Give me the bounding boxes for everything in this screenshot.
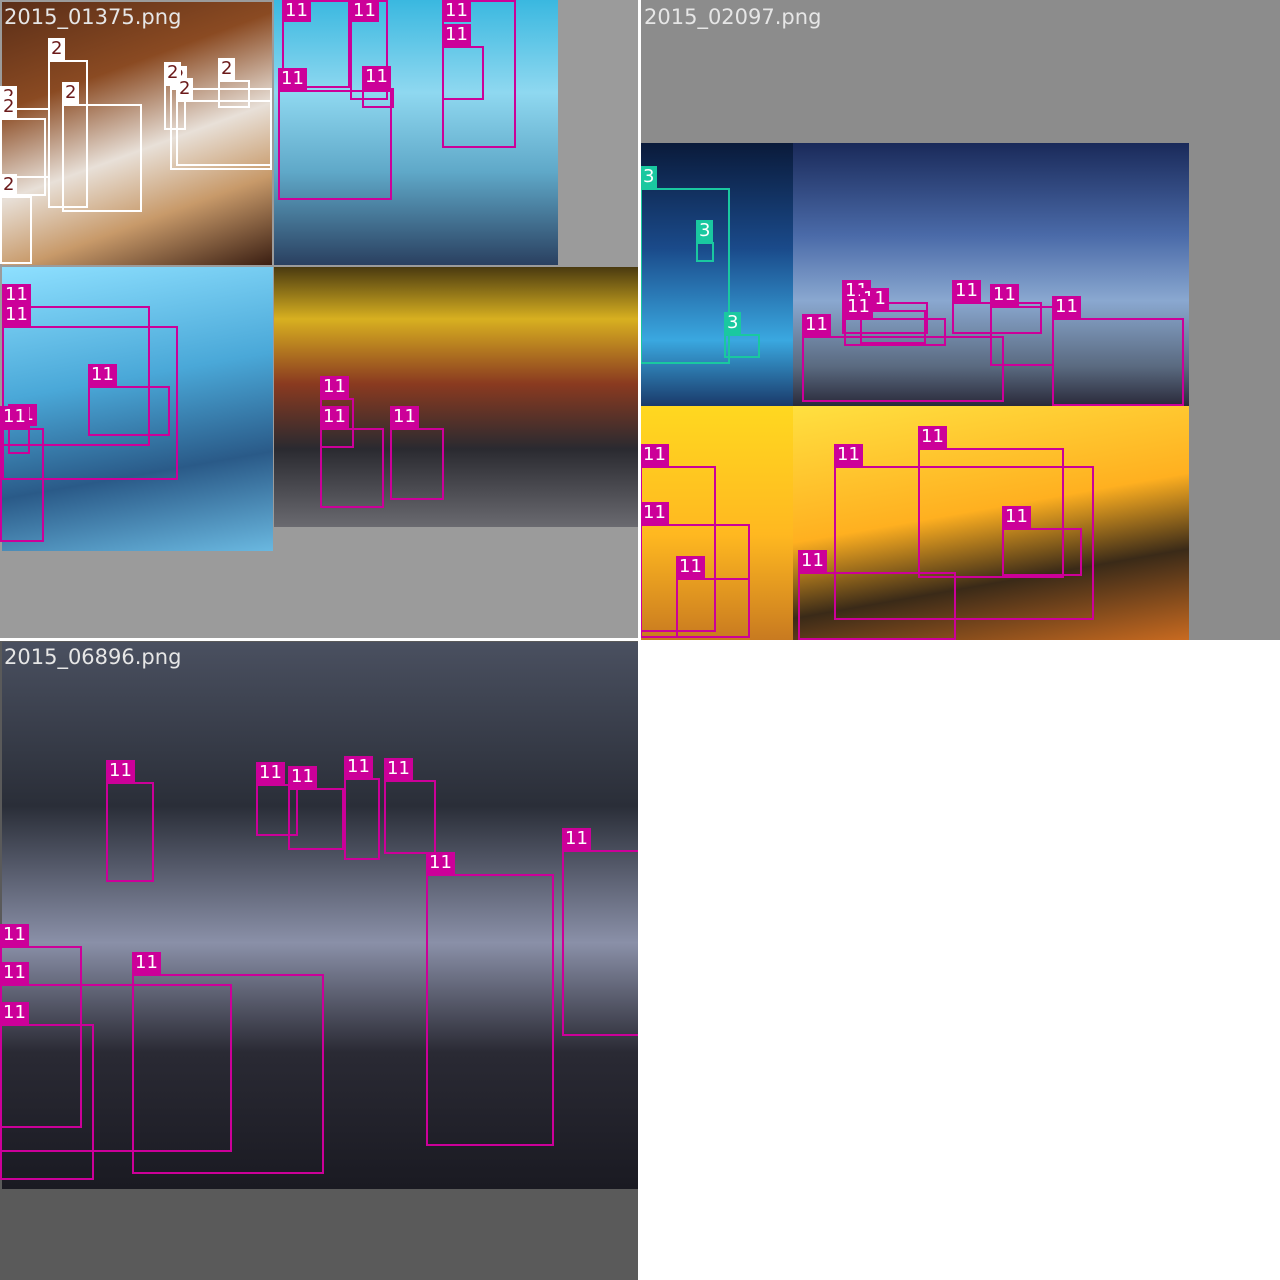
mosaic-tile: 2015_02097.png 3 3 3 11 11 11 11 11 11 11 11 11 11 11… xyxy=(640,0,1280,640)
photo-night-street-bus xyxy=(640,143,793,406)
mosaic-tile: 2015_06896.png 11 11 11 11 11 11 11 11 11 11 11 xyxy=(0,640,640,1280)
photo-yellow-room-left xyxy=(640,406,793,640)
photo-train-interior xyxy=(793,143,1189,406)
photo-blue-room-left xyxy=(2,267,273,551)
photo-bar-interior xyxy=(2,642,639,1189)
tile-filename: 2015_01375.png xyxy=(4,5,182,29)
photo-night-market xyxy=(274,267,640,527)
photo-blue-room-top xyxy=(274,0,558,265)
mosaic-tile: 2015_01375.png 2 2 2 2 2 2 2 2 2 11 11 11 11 11 11 11 11… xyxy=(0,0,640,640)
tile-divider-horizontal xyxy=(0,638,640,641)
photo-party-scene xyxy=(2,2,272,265)
tile-filename: 2015_06896.png xyxy=(4,645,182,669)
tile-filename: 2015_02097.png xyxy=(644,5,822,29)
photo-yellow-room-right xyxy=(793,406,1189,640)
